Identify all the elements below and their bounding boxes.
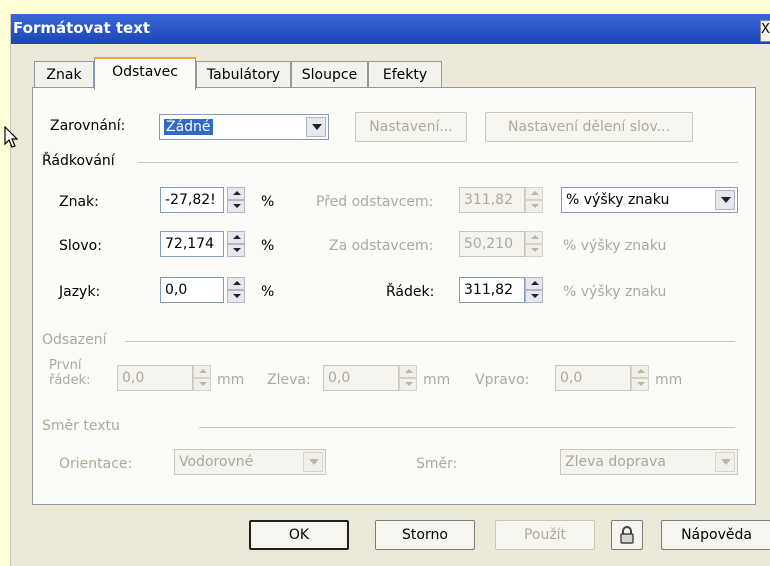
spin-up-icon[interactable] (227, 187, 245, 200)
spin-up-icon[interactable] (227, 231, 245, 244)
first-line-label-1: První (49, 358, 82, 373)
spin-down-icon[interactable] (525, 290, 543, 303)
right-indent-label: Vpravo: (475, 372, 530, 388)
text-direction-group-label: Směr textu (42, 418, 120, 434)
left-indent-spinner[interactable] (399, 365, 417, 391)
word-spacing-label: Slovo: (59, 238, 102, 254)
char-spacing-label: Znak: (59, 194, 99, 210)
before-paragraph-unit: % výšky znaku (566, 192, 670, 208)
spin-down-icon[interactable] (525, 244, 543, 257)
after-paragraph-spinner[interactable] (525, 231, 543, 257)
alignment-value: Žádné (164, 119, 213, 135)
spin-down-icon[interactable] (525, 200, 543, 213)
chevron-down-icon[interactable] (303, 452, 323, 472)
orientation-value: Vodorovné (179, 454, 254, 470)
word-spacing-unit: % (261, 238, 275, 254)
after-paragraph-unit: % výšky znaku (563, 238, 667, 254)
before-paragraph-input[interactable]: 311,82 (459, 187, 525, 213)
cancel-button[interactable]: Storno (375, 520, 475, 550)
apply-button[interactable]: Použít (495, 520, 595, 550)
right-indent-input[interactable]: 0,0 (555, 365, 631, 391)
first-line-label-2: řádek: (49, 373, 91, 388)
word-spacing-input[interactable]: 72,174 (160, 231, 224, 257)
paragraph-panel: Zarovnání: Žádné Nastavení... Nastavení … (32, 87, 756, 505)
right-indent-spinner[interactable] (631, 365, 649, 391)
after-paragraph-input[interactable]: 50,210 (459, 231, 525, 257)
line-spacing-unit: % výšky znaku (563, 284, 667, 300)
char-spacing-input[interactable]: -27,82! (160, 187, 224, 213)
first-line-indent-input[interactable]: 0,0 (117, 365, 193, 391)
spin-up-icon[interactable] (631, 365, 649, 378)
spin-down-icon[interactable] (631, 378, 649, 391)
alignment-label: Zarovnání: (50, 118, 126, 134)
direction-value: Zleva doprava (565, 454, 666, 470)
spin-down-icon[interactable] (193, 378, 211, 391)
left-indent-input[interactable]: 0,0 (323, 365, 399, 391)
mouse-cursor-icon (4, 126, 18, 148)
direction-label: Směr: (416, 456, 458, 472)
ok-button[interactable]: OK (249, 520, 349, 550)
spin-up-icon[interactable] (525, 231, 543, 244)
spin-down-icon[interactable] (227, 200, 245, 213)
window-title: Formátovat text (13, 19, 151, 37)
first-line-indent-spinner[interactable] (193, 365, 211, 391)
help-button[interactable]: Nápověda (661, 520, 770, 550)
spin-down-icon[interactable] (227, 244, 245, 257)
close-button[interactable]: X (760, 20, 770, 42)
tab-tabulatory[interactable]: Tabulátory (196, 61, 291, 88)
spin-up-icon[interactable] (525, 277, 543, 290)
settings-button[interactable]: Nastavení... (355, 112, 467, 142)
spin-down-icon[interactable] (399, 378, 417, 391)
before-paragraph-unit-select[interactable]: % výšky znaku (561, 187, 738, 213)
indent-divider (125, 341, 735, 342)
before-paragraph-label: Před odstavcem: (316, 194, 434, 210)
spin-up-icon[interactable] (227, 277, 245, 290)
orientation-label: Orientace: (59, 456, 133, 472)
hyphenation-settings-button[interactable]: Nastavení dělení slov... (485, 112, 693, 142)
direction-select[interactable]: Zleva doprava (560, 449, 738, 475)
spacing-divider (138, 162, 738, 163)
spin-up-icon[interactable] (525, 187, 543, 200)
before-paragraph-spinner[interactable] (525, 187, 543, 213)
char-spacing-unit: % (261, 194, 275, 210)
chevron-down-icon[interactable] (715, 190, 735, 210)
orientation-select[interactable]: Vodorovné (174, 449, 326, 475)
lock-toggle-button[interactable] (611, 520, 643, 550)
chevron-down-icon[interactable] (715, 452, 735, 472)
spin-down-icon[interactable] (227, 290, 245, 303)
word-spacing-spinner[interactable] (227, 231, 245, 257)
language-spacing-input[interactable]: 0,0 (160, 277, 224, 303)
language-spacing-label: Jazyk: (59, 284, 101, 300)
right-indent-unit: mm (655, 372, 683, 388)
spin-up-icon[interactable] (193, 365, 211, 378)
lock-icon (620, 526, 634, 544)
language-spacing-spinner[interactable] (227, 277, 245, 303)
line-spacing-label: Řádek: (386, 284, 435, 300)
line-spacing-input[interactable]: 311,82 (459, 277, 525, 303)
text-direction-divider (199, 427, 735, 428)
tab-znak[interactable]: Znak (34, 61, 94, 88)
format-text-dialog: Formátovat text X Znak Odstavec Tabuláto… (10, 14, 770, 566)
tab-odstavec[interactable]: Odstavec (94, 57, 196, 90)
language-spacing-unit: % (261, 284, 275, 300)
spacing-group-label: Řádkování (42, 153, 115, 169)
after-paragraph-label: Za odstavcem: (329, 238, 434, 254)
tab-efekty[interactable]: Efekty (368, 61, 442, 88)
char-spacing-spinner[interactable] (227, 187, 245, 213)
first-line-indent-unit: mm (217, 372, 245, 388)
indent-group-label: Odsazení (42, 332, 107, 348)
tab-sloupce[interactable]: Sloupce (291, 61, 368, 88)
chevron-down-icon[interactable] (306, 117, 326, 137)
spin-up-icon[interactable] (399, 365, 417, 378)
title-bar[interactable]: Formátovat text X (11, 14, 770, 44)
line-spacing-spinner[interactable] (525, 277, 543, 303)
left-indent-unit: mm (423, 372, 451, 388)
alignment-select[interactable]: Žádné (159, 114, 329, 140)
left-indent-label: Zleva: (267, 372, 311, 388)
